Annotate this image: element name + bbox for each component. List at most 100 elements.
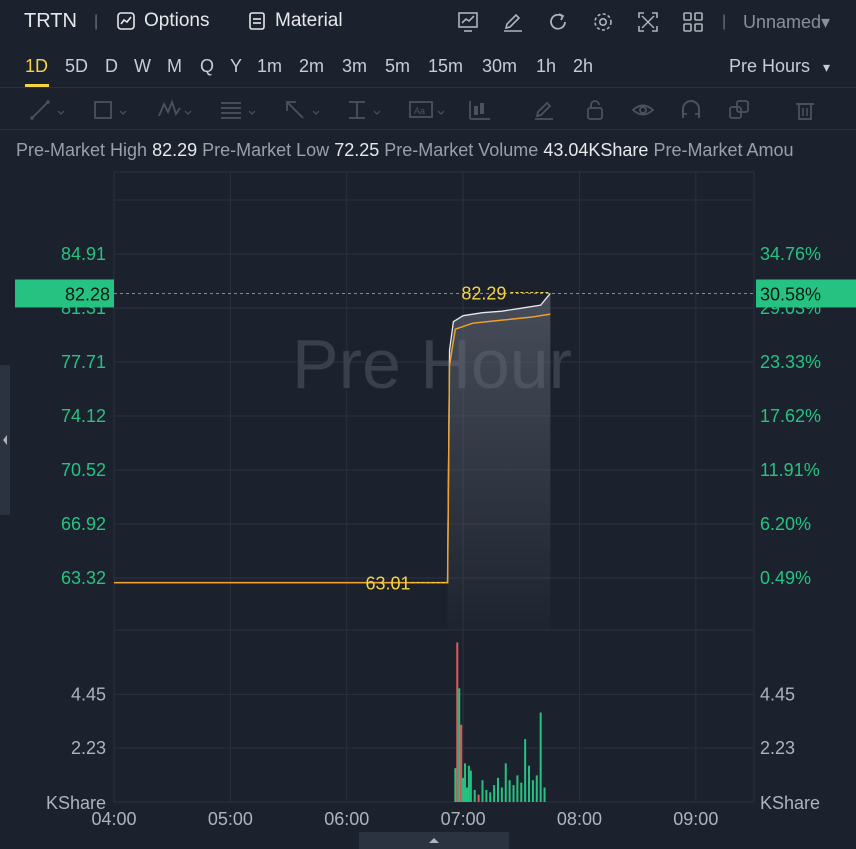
volume-bar xyxy=(524,739,527,802)
trash-icon[interactable] xyxy=(793,98,829,122)
volume-bar xyxy=(516,775,519,802)
fullscreen-icon[interactable] xyxy=(636,10,660,34)
y-tick-label: 84.91 xyxy=(61,244,106,264)
y-pct-tick-label: 34.76% xyxy=(760,244,821,264)
volume-bar xyxy=(520,782,523,802)
lock-icon[interactable] xyxy=(583,98,619,122)
svg-text:Aa: Aa xyxy=(414,106,425,116)
arrow-tool-icon[interactable] xyxy=(283,98,320,122)
volume-bar xyxy=(504,763,507,802)
volume-unit-label-right: KShare xyxy=(760,793,820,813)
chevron-up-icon xyxy=(429,838,439,843)
volume-bars xyxy=(454,642,546,802)
period-30m[interactable]: 30m xyxy=(482,56,517,77)
volume-bar xyxy=(456,642,459,802)
separator: | xyxy=(722,13,727,30)
wave-pattern-tool-icon[interactable] xyxy=(157,98,193,122)
chevron-left-icon xyxy=(3,435,7,445)
magnet-icon[interactable] xyxy=(679,98,715,122)
y-pct-tick-label: 6.20% xyxy=(760,514,811,534)
chart-grid xyxy=(113,171,755,803)
period-w[interactable]: W xyxy=(134,56,151,77)
y-pct-tick-label: 11.91% xyxy=(760,460,820,480)
drawing-toolbar: Aa xyxy=(0,90,856,130)
pen-tool-icon[interactable] xyxy=(531,98,567,122)
volume-bar xyxy=(462,777,465,802)
volume-bar xyxy=(464,763,467,802)
period-15m[interactable]: 15m xyxy=(428,56,463,77)
text-cursor-tool-icon[interactable] xyxy=(346,98,382,122)
volume-bar xyxy=(528,765,531,802)
volume-bar xyxy=(477,794,480,802)
volume-bar xyxy=(469,770,472,802)
current-price-tag-label: 82.28 xyxy=(65,284,110,304)
active-period-underline xyxy=(25,84,49,87)
options-button[interactable]: Options xyxy=(116,10,209,32)
volume-bar xyxy=(465,787,468,802)
price-area xyxy=(447,293,551,630)
period-1m[interactable]: 1m xyxy=(257,56,282,77)
edit-icon[interactable] xyxy=(501,10,525,34)
layers-icon[interactable] xyxy=(727,98,763,122)
options-icon xyxy=(117,12,135,30)
y-pct-tick-label: 23.33% xyxy=(760,352,821,372)
indicator-tool-icon[interactable] xyxy=(466,98,502,122)
period-1h[interactable]: 1h xyxy=(536,56,556,77)
chart-type-icon[interactable] xyxy=(456,10,480,34)
options-label: Options xyxy=(144,10,210,31)
volume-tick-label: 2.23 xyxy=(71,738,106,758)
trend-line-tool-icon[interactable] xyxy=(28,98,65,122)
volume-bar xyxy=(454,768,457,802)
fibonacci-tool-icon[interactable] xyxy=(219,98,256,122)
period-2m[interactable]: 2m xyxy=(299,56,324,77)
period-y[interactable]: Y xyxy=(230,56,242,77)
volume-bar xyxy=(535,775,538,802)
text-annotation-tool-icon[interactable]: Aa xyxy=(408,98,445,122)
period-3m[interactable]: 3m xyxy=(342,56,367,77)
y-tick-label: 70.52 xyxy=(61,460,106,480)
grid-layout-icon[interactable] xyxy=(681,10,705,34)
pre-market-volume-label: Pre-Market Volume xyxy=(384,140,539,160)
volume-bar xyxy=(508,780,511,802)
period-d[interactable]: D xyxy=(105,56,118,77)
plot-border xyxy=(113,171,755,803)
refresh-icon[interactable] xyxy=(546,10,570,34)
session-select[interactable]: Pre Hours ▾ xyxy=(729,56,830,77)
price-chart[interactable]: Pre Hour 04:00 05:00 06:00 07:00 08:00 09:008… xyxy=(0,160,856,832)
material-button[interactable]: Material xyxy=(247,10,343,32)
left-panel-toggle[interactable] xyxy=(0,365,10,515)
period-5d[interactable]: 5D xyxy=(65,56,88,77)
bottom-panel-toggle[interactable] xyxy=(359,832,509,849)
visibility-eye-icon[interactable] xyxy=(631,98,667,122)
volume-bar xyxy=(543,787,546,802)
period-5m[interactable]: 5m xyxy=(385,56,410,77)
layout-name-dropdown[interactable]: Unnamed▾ xyxy=(743,12,830,33)
period-m[interactable]: M xyxy=(167,56,182,77)
high-annotation: 82.29 xyxy=(461,283,506,303)
symbol-label[interactable]: TRTN xyxy=(24,10,77,33)
separator: | xyxy=(94,13,99,30)
settings-icon[interactable] xyxy=(591,10,615,34)
period-bar: 1D 5D D W M Q Y 1m 2m 3m 5m 15m 30m 1h 2… xyxy=(0,44,856,88)
top-toolbar: TRTN | Options Material | Unnamed▾ xyxy=(0,0,856,44)
period-1d[interactable]: 1D xyxy=(25,56,48,77)
x-tick-label: 06:00 xyxy=(324,809,369,829)
period-2h[interactable]: 2h xyxy=(573,56,593,77)
pre-market-volume-value: 43.04KShare xyxy=(543,140,649,160)
y-tick-label: 66.92 xyxy=(61,514,106,534)
y-pct-tick-label: 0.49% xyxy=(760,568,811,588)
y-pct-tick-label: 17.62% xyxy=(760,406,821,426)
x-tick-label: 08:00 xyxy=(557,809,602,829)
volume-bar xyxy=(460,724,463,802)
pre-market-info: Pre-Market High 82.29 Pre-Market Low 72.… xyxy=(16,140,856,161)
current-change-tag-label: 30.58% xyxy=(760,284,821,304)
volume-tick-label-right: 2.23 xyxy=(760,738,795,758)
volume-bar xyxy=(489,792,492,802)
x-tick-label: 09:00 xyxy=(673,809,718,829)
rectangle-tool-icon[interactable] xyxy=(92,98,128,122)
period-q[interactable]: Q xyxy=(200,56,214,77)
pre-market-high-label: Pre-Market High xyxy=(16,140,148,160)
volume-bar xyxy=(467,765,470,802)
pre-market-low-value: 72.25 xyxy=(334,140,380,160)
low-annotation: 63.01 xyxy=(366,574,411,594)
